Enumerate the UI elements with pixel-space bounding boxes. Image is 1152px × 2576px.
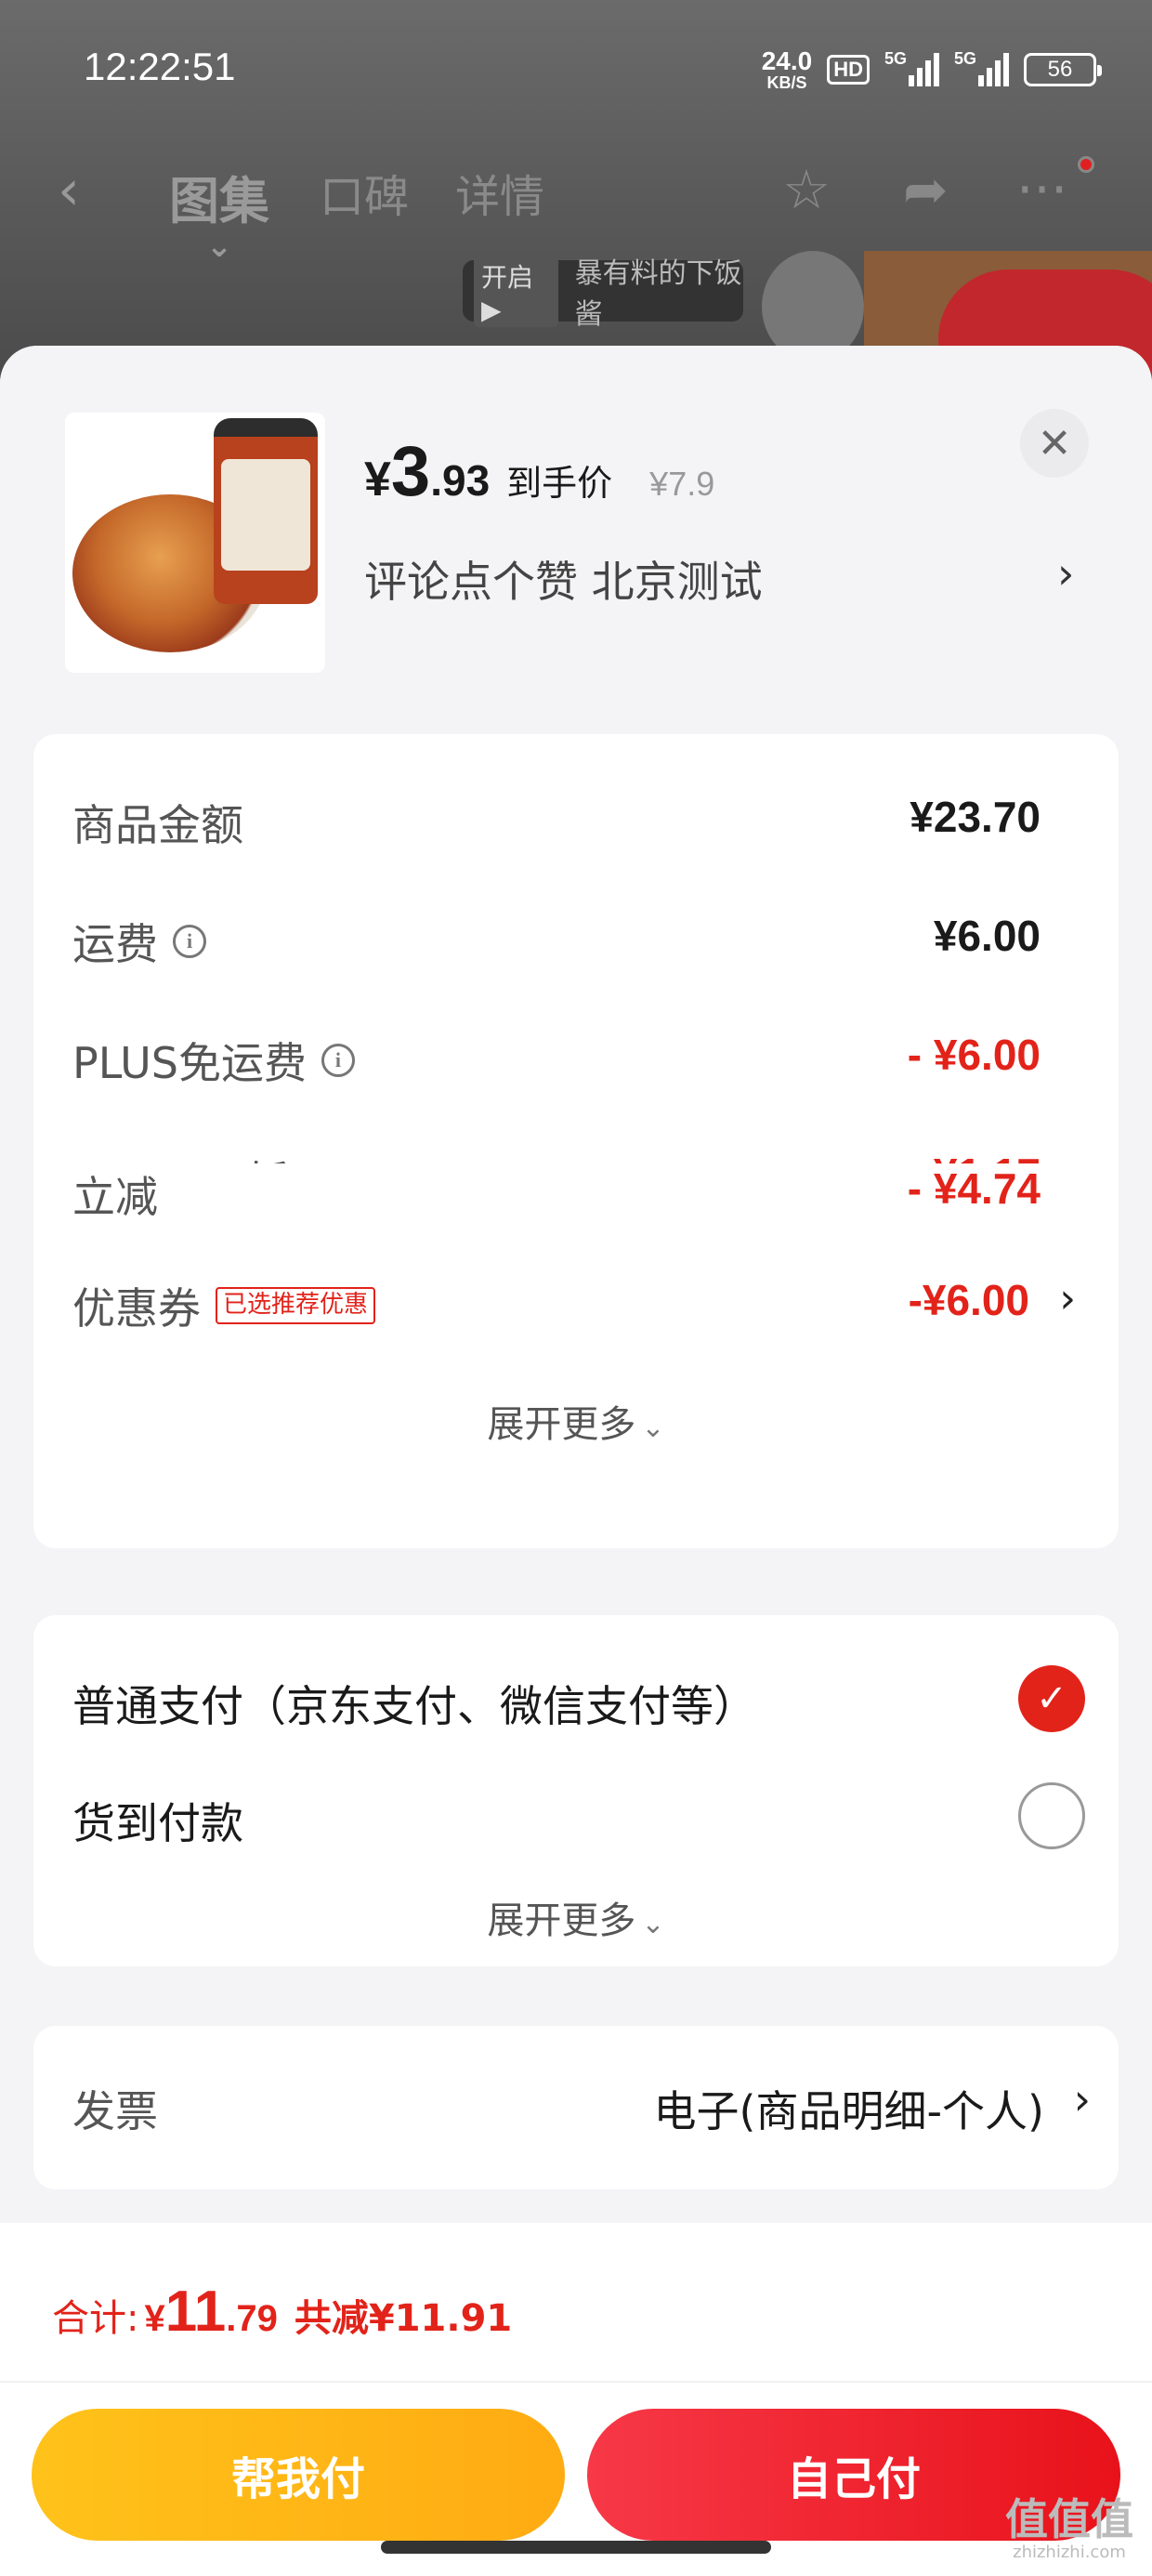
banner-tag: 开启 ▶ bbox=[474, 255, 558, 327]
chevron-down-icon: ⌄ bbox=[641, 1908, 665, 1940]
total-integer: 11 bbox=[164, 2280, 227, 2344]
watermark-logo: 值值值 zhizhizhi.com bbox=[1005, 2498, 1133, 2561]
battery-icon: 56 bbox=[1024, 53, 1102, 86]
variant-selector[interactable]: 评论点个赞 北京测试 bbox=[364, 548, 763, 610]
promo-banner: 开启 ▶ 暴有料的下饭酱 bbox=[463, 255, 743, 331]
expand-more-fees[interactable]: 展开更多 ⌄ bbox=[33, 1394, 1119, 1448]
total-saved: 共减¥11.91 bbox=[294, 2297, 513, 2340]
price-label: 到手价 bbox=[506, 463, 613, 504]
payment-option-label: 货到付款 bbox=[72, 1798, 243, 1848]
network-speed-unit: KB/S bbox=[766, 73, 807, 92]
total-currency: ¥ bbox=[144, 2298, 165, 2339]
final-price: ¥ 3 .93 到手价 ¥7.9 bbox=[364, 431, 714, 512]
expand-more-payment[interactable]: 展开更多 ⌄ bbox=[33, 1890, 1119, 1944]
network-speed: 24.0 KB/S bbox=[761, 46, 813, 92]
invoice-card[interactable]: 发票 电子(商品明细-个人) › bbox=[33, 2026, 1119, 2189]
background-product-page: 12:22:51 24.0 KB/S HD 5G 5G 56 ‹ 图集 口碑 详… bbox=[0, 0, 1152, 409]
price-integer: 3 bbox=[390, 432, 431, 511]
total-decimal: .79 bbox=[226, 2298, 278, 2339]
banner-text: 暴有料的下饭酱 bbox=[574, 257, 742, 331]
product-header: ¥ 3 .93 到手价 ¥7.9 ✕ 评论点个赞 北京测试 › bbox=[0, 346, 1152, 717]
radio-unchecked-icon[interactable] bbox=[1018, 1782, 1085, 1849]
fee-label-container: 优惠券 已选推荐优惠 bbox=[72, 1275, 376, 1336]
payment-option-cod[interactable]: 货到付款 bbox=[72, 1782, 1085, 1857]
star-icon[interactable]: ☆ bbox=[782, 158, 831, 221]
close-button[interactable]: ✕ bbox=[1020, 409, 1089, 478]
chevron-right-icon[interactable]: › bbox=[1074, 2074, 1091, 2124]
chevron-right-icon[interactable]: › bbox=[1057, 548, 1074, 598]
check-icon: ✓ bbox=[1036, 1677, 1067, 1720]
tab-gallery[interactable]: 图集 bbox=[169, 160, 269, 233]
close-icon: ✕ bbox=[1037, 419, 1072, 467]
top-nav: ‹ 图集 口碑 详情 ☆ ➦ ··· bbox=[0, 139, 1152, 242]
original-price: ¥7.9 bbox=[649, 465, 715, 503]
fee-breakdown-card-lower: 立减 - ¥4.74 优惠券 已选推荐优惠 -¥6.00 › 展开更多 ⌄ bbox=[33, 1163, 1119, 1548]
watermark-text: 值值值 bbox=[1005, 2494, 1133, 2544]
more-icon[interactable]: ··· bbox=[1016, 158, 1067, 221]
status-bar: 12:22:51 24.0 KB/S HD 5G 5G 56 bbox=[0, 0, 1152, 139]
fee-label: 优惠券 bbox=[72, 1283, 201, 1334]
home-indicator[interactable] bbox=[381, 2541, 771, 2554]
notification-dot bbox=[1078, 156, 1094, 173]
coupon-badge: 已选推荐优惠 bbox=[216, 1287, 376, 1324]
fee-value: -¥6.00 bbox=[908, 1276, 1029, 1324]
order-total: 合计: ¥ 11 .79 共减¥11.91 bbox=[52, 2279, 512, 2345]
tab-details[interactable]: 详情 bbox=[455, 160, 544, 225]
network-speed-value: 24.0 bbox=[761, 46, 813, 75]
chevron-down-icon: ⌄ bbox=[641, 1412, 665, 1444]
invoice-value: 电子(商品明细-个人) bbox=[653, 2086, 1045, 2136]
jar-label-image bbox=[221, 459, 310, 571]
signal-icon-2: 5G bbox=[954, 49, 1009, 86]
back-icon[interactable]: ‹ bbox=[58, 158, 80, 223]
expand-label: 展开更多 bbox=[487, 1403, 636, 1446]
payment-method-card: 普通支付（京东支付、微信支付等） ✓ 货到付款 展开更多 ⌄ bbox=[33, 1615, 1119, 1966]
price-decimal: .93 bbox=[430, 456, 491, 505]
fee-row-coupon[interactable]: 优惠券 已选推荐优惠 -¥6.00 › bbox=[72, 1275, 1076, 1340]
fee-card-overlay bbox=[33, 734, 1119, 1193]
price-currency: ¥ bbox=[364, 453, 391, 506]
footer-divider bbox=[0, 2381, 1152, 2383]
help-me-pay-button[interactable]: 帮我付 bbox=[32, 2409, 565, 2541]
payment-option-online[interactable]: 普通支付（京东支付、微信支付等） ✓ bbox=[72, 1665, 1085, 1740]
fee-row-instant-discount: 立减 - ¥4.74 bbox=[72, 1163, 1068, 1229]
chevron-right-icon[interactable]: › bbox=[1059, 1275, 1076, 1322]
signal-label-2: 5G bbox=[954, 49, 977, 68]
radio-checked-icon[interactable]: ✓ bbox=[1018, 1665, 1085, 1732]
watermark-sub: zhizhizhi.com bbox=[1013, 2543, 1126, 2562]
share-icon[interactable]: ➦ bbox=[903, 158, 949, 221]
signal-icon: 5G bbox=[884, 49, 939, 86]
total-label: 合计: bbox=[52, 2297, 139, 2340]
invoice-label: 发票 bbox=[72, 2086, 158, 2136]
status-time: 12:22:51 bbox=[84, 45, 236, 88]
tab-reviews[interactable]: 口碑 bbox=[320, 160, 409, 225]
status-icons: 24.0 KB/S HD 5G 5G 56 bbox=[761, 37, 1102, 102]
signal-label: 5G bbox=[884, 49, 908, 68]
fee-label: 立减 bbox=[72, 1172, 158, 1222]
hd-icon: HD bbox=[827, 55, 870, 85]
expand-label: 展开更多 bbox=[487, 1899, 636, 1942]
fee-value: - ¥4.74 bbox=[907, 1164, 1041, 1213]
checkout-sheet: ¥ 3 .93 到手价 ¥7.9 ✕ 评论点个赞 北京测试 › 商品金额 ¥23… bbox=[0, 346, 1152, 2576]
checkout-footer: 合计: ¥ 11 .79 共减¥11.91 帮我付 自己付 bbox=[0, 2223, 1152, 2576]
payment-option-label: 普通支付（京东支付、微信支付等） bbox=[72, 1681, 756, 1731]
product-thumbnail bbox=[65, 413, 325, 673]
